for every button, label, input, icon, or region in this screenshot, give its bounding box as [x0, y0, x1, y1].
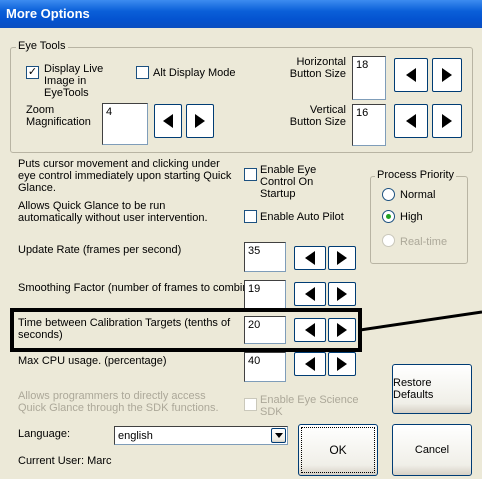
enable-eye-control-label: Enable Eye Control On Startup [260, 164, 317, 200]
right-arrow-icon [442, 68, 452, 82]
left-arrow-icon [406, 68, 416, 82]
vertical-size-label: Vertical Button Size [289, 104, 346, 128]
language-label: Language: [18, 428, 70, 440]
window-title: More Options [6, 6, 90, 21]
enable-eye-control-checkbox[interactable] [244, 168, 257, 181]
enable-auto-pilot-checkbox[interactable] [244, 210, 257, 223]
right-arrow-icon [442, 114, 452, 128]
vertical-increment-button[interactable] [432, 104, 462, 138]
left-arrow-icon [406, 114, 416, 128]
title-bar: More Options [0, 0, 482, 28]
calibration-increment-button[interactable] [328, 318, 356, 342]
right-arrow-icon [195, 114, 205, 128]
display-live-image-checkbox[interactable]: ✓ [26, 66, 39, 79]
update-rate-increment-button[interactable] [328, 246, 356, 270]
current-user-label: Current User: Marc [18, 455, 112, 467]
left-arrow-icon [163, 114, 173, 128]
calibration-decrement-button[interactable] [294, 318, 326, 342]
priority-normal-radio[interactable] [382, 188, 395, 201]
update-rate-decrement-button[interactable] [294, 246, 326, 270]
max-cpu-label: Max CPU usage. (percentage) [18, 355, 167, 367]
right-arrow-icon [337, 357, 347, 371]
left-arrow-icon [305, 287, 315, 301]
ok-button[interactable]: OK [298, 424, 378, 476]
more-options-dialog: More Options Eye Tools ✓ Display Live Im… [0, 0, 482, 479]
priority-normal-label: Normal [400, 189, 436, 201]
language-select[interactable]: english [114, 426, 288, 445]
enable-sdk-label: Enable Eye Science SDK [260, 394, 359, 418]
priority-realtime-label: Real-time [400, 236, 448, 248]
cancel-button[interactable]: Cancel [392, 424, 472, 476]
auto-pilot-description: Allows Quick Glance to be run automatica… [18, 200, 208, 224]
update-rate-label: Update Rate (frames per second) [18, 244, 182, 256]
right-arrow-icon [337, 251, 347, 265]
horizontal-increment-button[interactable] [432, 58, 462, 92]
priority-high-radio[interactable] [382, 210, 395, 223]
right-arrow-icon [337, 323, 347, 337]
vertical-decrement-button[interactable] [394, 104, 428, 138]
display-live-image-label: Display Live Image in EyeTools [44, 63, 104, 99]
zoom-input[interactable]: 4 [102, 103, 148, 145]
max-cpu-decrement-button[interactable] [294, 352, 326, 376]
zoom-increment-button[interactable] [186, 104, 214, 138]
eye-tools-legend: Eye Tools [16, 40, 68, 52]
enable-sdk-checkbox[interactable] [244, 398, 257, 411]
callout-line [360, 310, 482, 332]
smoothing-factor-label: Smoothing Factor (number of frames to co… [18, 282, 259, 294]
priority-high-label: High [400, 211, 423, 223]
zoom-decrement-button[interactable] [154, 104, 182, 138]
chevron-down-icon [274, 433, 283, 438]
calibration-time-input[interactable]: 20 [244, 316, 286, 344]
smoothing-factor-input[interactable]: 19 [244, 280, 286, 310]
vertical-size-input[interactable]: 16 [352, 104, 386, 146]
left-arrow-icon [305, 357, 315, 371]
horizontal-size-input[interactable]: 18 [352, 56, 386, 100]
horizontal-size-label: Horizontal Button Size [289, 56, 346, 80]
language-dropdown-button[interactable] [271, 428, 286, 443]
alt-display-mode-checkbox[interactable] [136, 66, 149, 79]
right-arrow-icon [337, 287, 347, 301]
zoom-label: Zoom Magnification [26, 104, 91, 128]
smoothing-decrement-button[interactable] [294, 282, 326, 306]
language-value: english [118, 429, 153, 442]
alt-display-mode-label: Alt Display Mode [153, 67, 236, 79]
max-cpu-input[interactable]: 40 [244, 352, 286, 382]
horizontal-decrement-button[interactable] [394, 58, 428, 92]
calibration-time-label: Time between Calibration Targets (tenths… [18, 317, 231, 341]
sdk-description: Allows programmers to directly access Qu… [18, 390, 219, 414]
left-arrow-icon [305, 251, 315, 265]
restore-defaults-button[interactable]: Restore Defaults [392, 364, 472, 414]
selected-dot [386, 214, 391, 219]
enable-auto-pilot-label: Enable Auto Pilot [260, 211, 344, 223]
eye-control-description: Puts cursor movement and clicking under … [18, 158, 232, 194]
update-rate-input[interactable]: 35 [244, 242, 286, 272]
max-cpu-increment-button[interactable] [328, 352, 356, 376]
smoothing-increment-button[interactable] [328, 282, 356, 306]
process-priority-legend: Process Priority [375, 169, 457, 181]
left-arrow-icon [305, 323, 315, 337]
priority-realtime-radio[interactable] [382, 234, 395, 247]
